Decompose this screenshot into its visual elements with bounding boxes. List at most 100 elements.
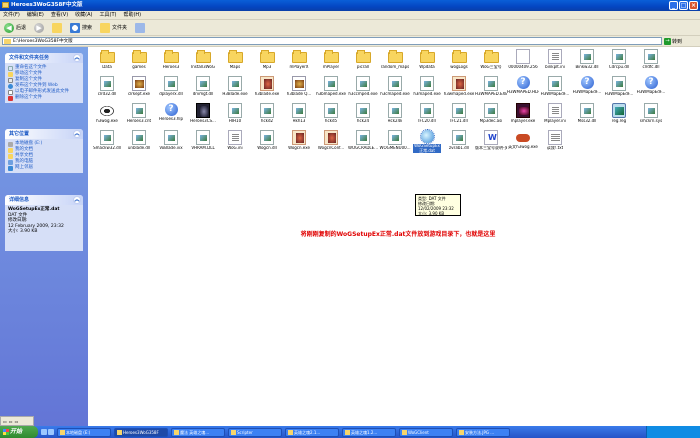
taskbar-item[interactable]: 安装方法.JPG ... [456, 427, 510, 437]
file-item[interactable]: VHRAM.DLL [187, 130, 219, 157]
file-item[interactable]: reg.reg [603, 103, 635, 130]
maximize-button[interactable]: □ [679, 1, 688, 10]
file-item[interactable]: h3blade.exe [251, 76, 283, 103]
file-item[interactable]: WoGSetupEx正常.dat [411, 129, 443, 157]
file-item[interactable]: H3WMapEdF... [603, 76, 635, 103]
file-item[interactable]: Maps [219, 49, 251, 76]
file-item[interactable]: clrd32.dll [91, 76, 123, 103]
file-item[interactable]: Wpdata [411, 49, 443, 76]
file-item[interactable]: Hkh13 [283, 103, 315, 130]
file-item[interactable]: mPlayerX [283, 49, 315, 76]
file-item[interactable]: clrkept.exe [123, 76, 155, 103]
file-item[interactable]: WoG三宝号 [475, 49, 507, 76]
go-button[interactable]: → 转到 [664, 37, 682, 45]
taskbar-item[interactable]: WoGClient [399, 427, 453, 437]
file-item[interactable]: picrall [347, 49, 379, 76]
file-item[interactable]: H3WMAPED.EXE [475, 76, 507, 103]
file-item[interactable]: WOGMENU00... [379, 130, 411, 157]
title-bar[interactable]: Heroes3WoG358F中文版 _ □ × [0, 0, 700, 11]
taskbar-item[interactable]: 本地磁盘 (E:) [57, 427, 111, 437]
desktop-icon[interactable] [48, 429, 54, 435]
menu-edit[interactable]: 编辑(E) [27, 11, 44, 19]
file-item[interactable]: Binkw32.dll [571, 49, 603, 76]
file-item[interactable]: ? H3WMapEdF... [635, 76, 667, 103]
file-item[interactable]: ? Heroes3.hlp [155, 103, 187, 130]
file-item[interactable]: Data [91, 49, 123, 76]
file-item[interactable]: Mp3 [251, 49, 283, 76]
file-item[interactable]: h3blade Q... [283, 76, 315, 103]
taskbar-item[interactable]: Scripter [228, 427, 282, 437]
file-item[interactable]: hckd2 [251, 103, 283, 130]
taskbar-item[interactable]: 魔法 英雄之魂... [171, 427, 225, 437]
file-item[interactable]: Install3WoG [187, 49, 219, 76]
file-item[interactable]: ? H3WMapEdF... [571, 76, 603, 103]
file-item[interactable]: smckrn.sys [635, 103, 667, 130]
file-item[interactable]: Heroes3CS... [187, 103, 219, 130]
up-button[interactable] [50, 22, 64, 34]
file-item[interactable]: hckd5 [315, 103, 347, 130]
file-item[interactable]: h3wmaped.exe [443, 76, 475, 103]
task-delete[interactable]: 删除这个文件 [8, 95, 80, 101]
file-item[interactable]: zvslib1.dll [443, 130, 475, 157]
file-item[interactable]: H3WMapEdF... [539, 76, 571, 103]
address-input[interactable]: E:\Heroes3WoG358F中文版 [2, 37, 662, 45]
file-item[interactable]: Mss32.dll [571, 103, 603, 130]
folders-button[interactable]: 文件夹 [98, 22, 129, 34]
ie-icon[interactable] [41, 429, 47, 435]
collapse-icon[interactable]: ︽ [73, 54, 81, 62]
menu-file[interactable]: 文件(F) [3, 11, 20, 19]
details-header[interactable]: 详细信息 ︽ [5, 195, 83, 205]
other-places-header[interactable]: 其它位置 ︽ [5, 129, 83, 139]
taskbar-item[interactable]: 英雄之魂1.2... [342, 427, 396, 437]
file-item[interactable]: 读我!.txt [539, 130, 571, 157]
taskbar-item[interactable]: Heroes3WoG358F [114, 427, 168, 437]
search-button[interactable]: 搜索 [68, 22, 94, 34]
file-tasks-header[interactable]: 文件和文件夹任务 ︽ [5, 53, 83, 63]
file-item[interactable]: VoBlade.ivx [155, 130, 187, 157]
menu-favorites[interactable]: 收藏(A) [75, 11, 92, 19]
file-item[interactable]: IFC20.dll [411, 103, 443, 130]
menu-view[interactable]: 查看(V) [51, 11, 68, 19]
file-item[interactable]: Wogcn.exe [283, 130, 315, 157]
file-item[interactable]: IFC21.dll [443, 103, 475, 130]
file-item[interactable]: drvmgt.dll [187, 76, 219, 103]
file-item[interactable]: random_maps [379, 49, 411, 76]
file-item[interactable]: 版本三宝号说明-关联项 [475, 130, 507, 157]
collapse-icon[interactable]: ︽ [73, 130, 81, 138]
file-item[interactable]: WOGCRADLE... [347, 130, 379, 157]
file-item[interactable]: H3Blade.exe [219, 76, 251, 103]
file-item[interactable]: HIH10 [219, 103, 251, 130]
file-item[interactable]: h3bmaped.exe [315, 76, 347, 103]
file-item[interactable]: ? H3WMAPED.HLP [507, 76, 539, 103]
file-item[interactable]: Smackw32.dll [91, 130, 123, 157]
file-item[interactable]: h3ccmped.exe [347, 76, 379, 103]
place-network[interactable]: 网上邻居 [8, 165, 80, 171]
file-item[interactable]: WogcnConf... [315, 130, 347, 157]
file-item[interactable]: games [123, 49, 155, 76]
file-item[interactable]: dplayerx.dll [155, 76, 187, 103]
forward-button[interactable]: ▶ [32, 22, 46, 34]
file-item[interactable]: Cdrcpu.dll [603, 49, 635, 76]
menu-help[interactable]: 帮助(H) [123, 11, 141, 19]
file-item[interactable]: Hck24k [379, 103, 411, 130]
collapse-icon[interactable]: ︽ [73, 196, 81, 204]
file-item[interactable]: hck24 [347, 103, 379, 130]
close-button[interactable]: × [689, 1, 698, 10]
file-item[interactable]: unblade.dll [123, 130, 155, 157]
menu-tools[interactable]: 工具(T) [100, 11, 117, 19]
file-item[interactable]: 00000409.256 [507, 49, 539, 76]
file-item[interactable]: Mp3dec.asi [475, 103, 507, 130]
file-item[interactable]: mplayer.exe [507, 103, 539, 130]
views-button[interactable] [133, 22, 147, 34]
file-item[interactable]: wogLogs [443, 49, 475, 76]
file-item[interactable]: h3cmaped.exe [379, 76, 411, 103]
file-item[interactable]: WoG.ini [219, 130, 251, 157]
file-item[interactable]: h3maped.exe [411, 76, 443, 103]
file-item[interactable]: 英文h3wog.exe [507, 130, 539, 157]
file-item[interactable]: clrdfc.dll [635, 49, 667, 76]
file-item[interactable]: Heroes3 [155, 49, 187, 76]
file-item[interactable]: mPlayer [315, 49, 347, 76]
file-item[interactable]: Mplayer.ini [539, 103, 571, 130]
file-item[interactable]: Heroes3.cnt [123, 103, 155, 130]
minimize-button[interactable]: _ [669, 1, 678, 10]
